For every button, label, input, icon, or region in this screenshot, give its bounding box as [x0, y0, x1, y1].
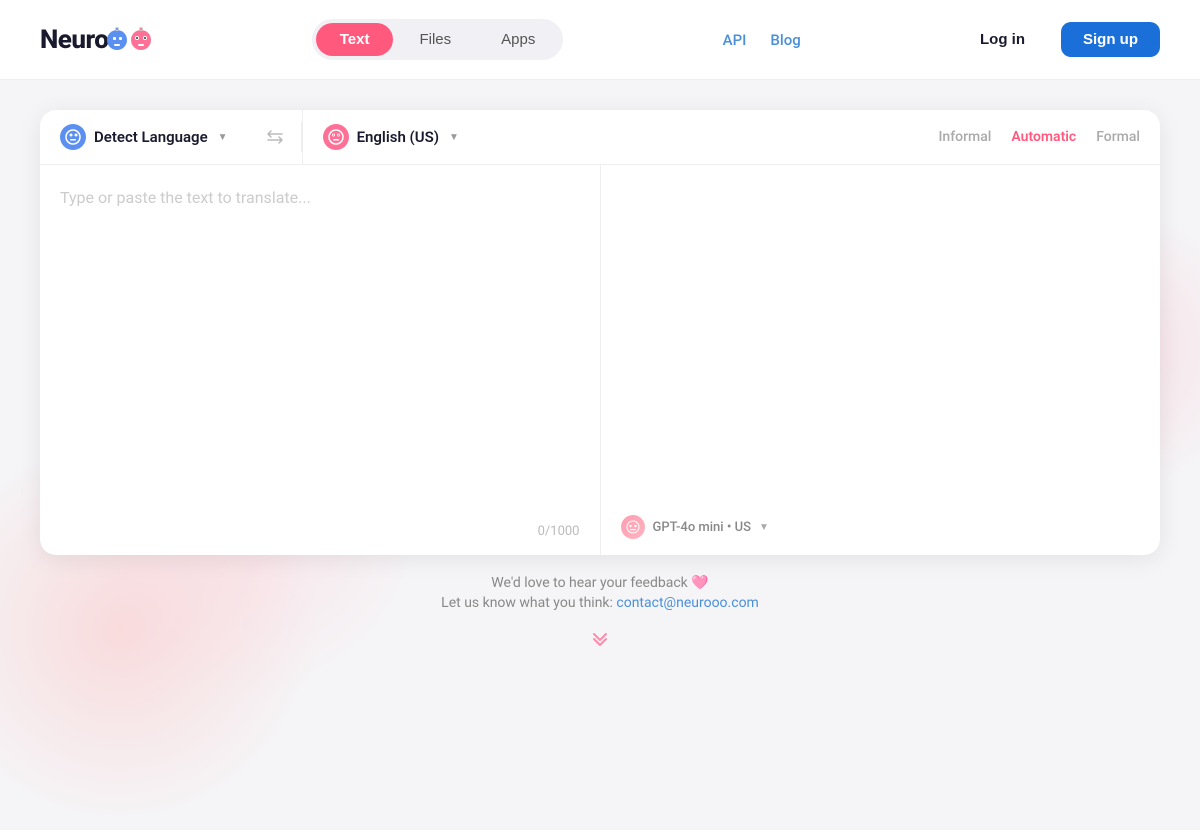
logo-icon: [106, 24, 152, 56]
tone-options: Informal Automatic Formal: [938, 129, 1160, 145]
tone-informal[interactable]: Informal: [938, 129, 991, 145]
translator-toolbar: Detect Language ▼: [40, 110, 1160, 165]
swap-icon: [265, 127, 285, 147]
logo-text: Neuro: [40, 25, 108, 55]
contact-email-link[interactable]: contact@neurooo.com: [616, 595, 758, 611]
model-icon: [621, 515, 645, 539]
source-lang-label: Detect Language: [94, 128, 208, 146]
target-lang-label: English (US): [357, 128, 439, 146]
tone-automatic[interactable]: Automatic: [1011, 129, 1076, 145]
header: Neuro Text Files Apps API Blog: [0, 0, 1200, 80]
model-chevron-icon: ▼: [759, 522, 769, 533]
model-label: GPT-4o mini • US: [653, 520, 752, 535]
source-text-input[interactable]: [60, 185, 580, 535]
char-count: 0/1000: [538, 524, 580, 539]
tab-apps[interactable]: Apps: [477, 23, 559, 56]
feedback-text: We'd love to hear your feedback 🩷: [441, 575, 759, 591]
swap-languages-button[interactable]: [257, 123, 293, 151]
nav-link-api[interactable]: API: [723, 31, 747, 49]
target-lang-icon: [323, 124, 349, 150]
login-button[interactable]: Log in: [960, 22, 1045, 57]
translation-panels: 0/1000 GPT-4o mini • US: [40, 165, 1160, 555]
nav-tabs: Text Files Apps: [312, 19, 564, 60]
translation-output: [621, 185, 1141, 535]
source-lang-selector[interactable]: Detect Language ▼: [40, 110, 249, 164]
tab-text[interactable]: Text: [316, 23, 394, 56]
tone-formal[interactable]: Formal: [1096, 129, 1140, 145]
target-lang-selector[interactable]: English (US) ▼: [302, 110, 479, 164]
nav-center: API Blog: [723, 31, 801, 49]
target-lang-chevron: ▼: [449, 132, 459, 143]
tab-files[interactable]: Files: [395, 23, 475, 56]
nav-right: Log in Sign up: [960, 22, 1160, 57]
source-lang-icon: [60, 124, 86, 150]
translator-card: Detect Language ▼: [40, 110, 1160, 555]
footer: We'd love to hear your feedback 🩷 Let us…: [441, 555, 759, 659]
main-content: Detect Language ▼: [0, 80, 1200, 679]
target-panel: GPT-4o mini • US ▼: [601, 165, 1161, 555]
contact-text: Let us know what you think: contact@neur…: [441, 595, 759, 611]
source-lang-chevron: ▼: [218, 132, 228, 143]
model-selector[interactable]: GPT-4o mini • US ▼: [621, 515, 769, 539]
scroll-indicator: [441, 625, 759, 649]
signup-button[interactable]: Sign up: [1061, 22, 1160, 57]
source-panel: 0/1000: [40, 165, 601, 555]
logo[interactable]: Neuro: [40, 24, 152, 56]
double-chevron-down-icon: [588, 625, 612, 649]
nav-link-blog[interactable]: Blog: [770, 31, 800, 49]
